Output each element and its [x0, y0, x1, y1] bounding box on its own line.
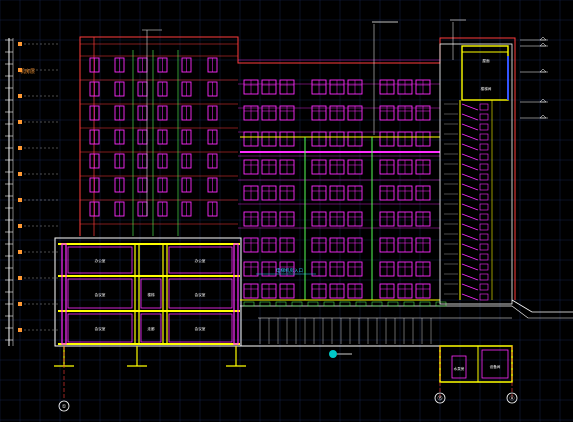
- elevation-marker-icon: [18, 94, 22, 98]
- axis-marker-1: ①: [62, 404, 67, 410]
- room-label-upper-left: 办公室: [95, 258, 106, 263]
- elevation-marker-icon: [18, 250, 22, 254]
- room-label-mid-right: 会议室: [195, 292, 206, 297]
- room-label-low-right: 会议室: [195, 326, 206, 331]
- orange-floor-label: 机房层: [20, 68, 35, 75]
- elevation-marker-icon: [18, 146, 22, 150]
- axis-marker-a: Ⓐ: [509, 395, 514, 402]
- elevation-marker-icon: [18, 172, 22, 176]
- room-label-upper-right: 办公室: [195, 258, 206, 263]
- section-symbol-icon: [329, 350, 337, 358]
- elevation-marker-icon: [18, 42, 22, 46]
- room-label-mid-left: 会议室: [95, 292, 106, 297]
- right-top-label: 屋面: [482, 58, 490, 63]
- room-label-base-1: 水泵房: [454, 366, 465, 371]
- cyan-note: 电梯机房入口: [276, 267, 303, 274]
- elevation-marker-icon: [18, 328, 22, 332]
- room-label-core-1: 楼梯: [147, 292, 155, 297]
- elevation-marker-icon: [18, 276, 22, 280]
- room-label-base-2: 设备间: [490, 364, 501, 369]
- elevation-marker-icon: [18, 224, 22, 228]
- cad-elevation-drawing: ① ⑮ Ⓐ 机房层 电梯机房入口 办公室 办公室 会议室 会议室 会议室 会议室…: [0, 0, 573, 422]
- axis-marker-15: ⑮: [437, 395, 442, 402]
- room-label-core-2: 走廊: [147, 326, 155, 331]
- elevation-marker-icon: [18, 120, 22, 124]
- room-label-low-left: 会议室: [95, 326, 106, 331]
- elevation-marker-icon: [18, 302, 22, 306]
- stair-label: 楼梯间: [481, 86, 492, 91]
- elevation-marker-icon: [18, 198, 22, 202]
